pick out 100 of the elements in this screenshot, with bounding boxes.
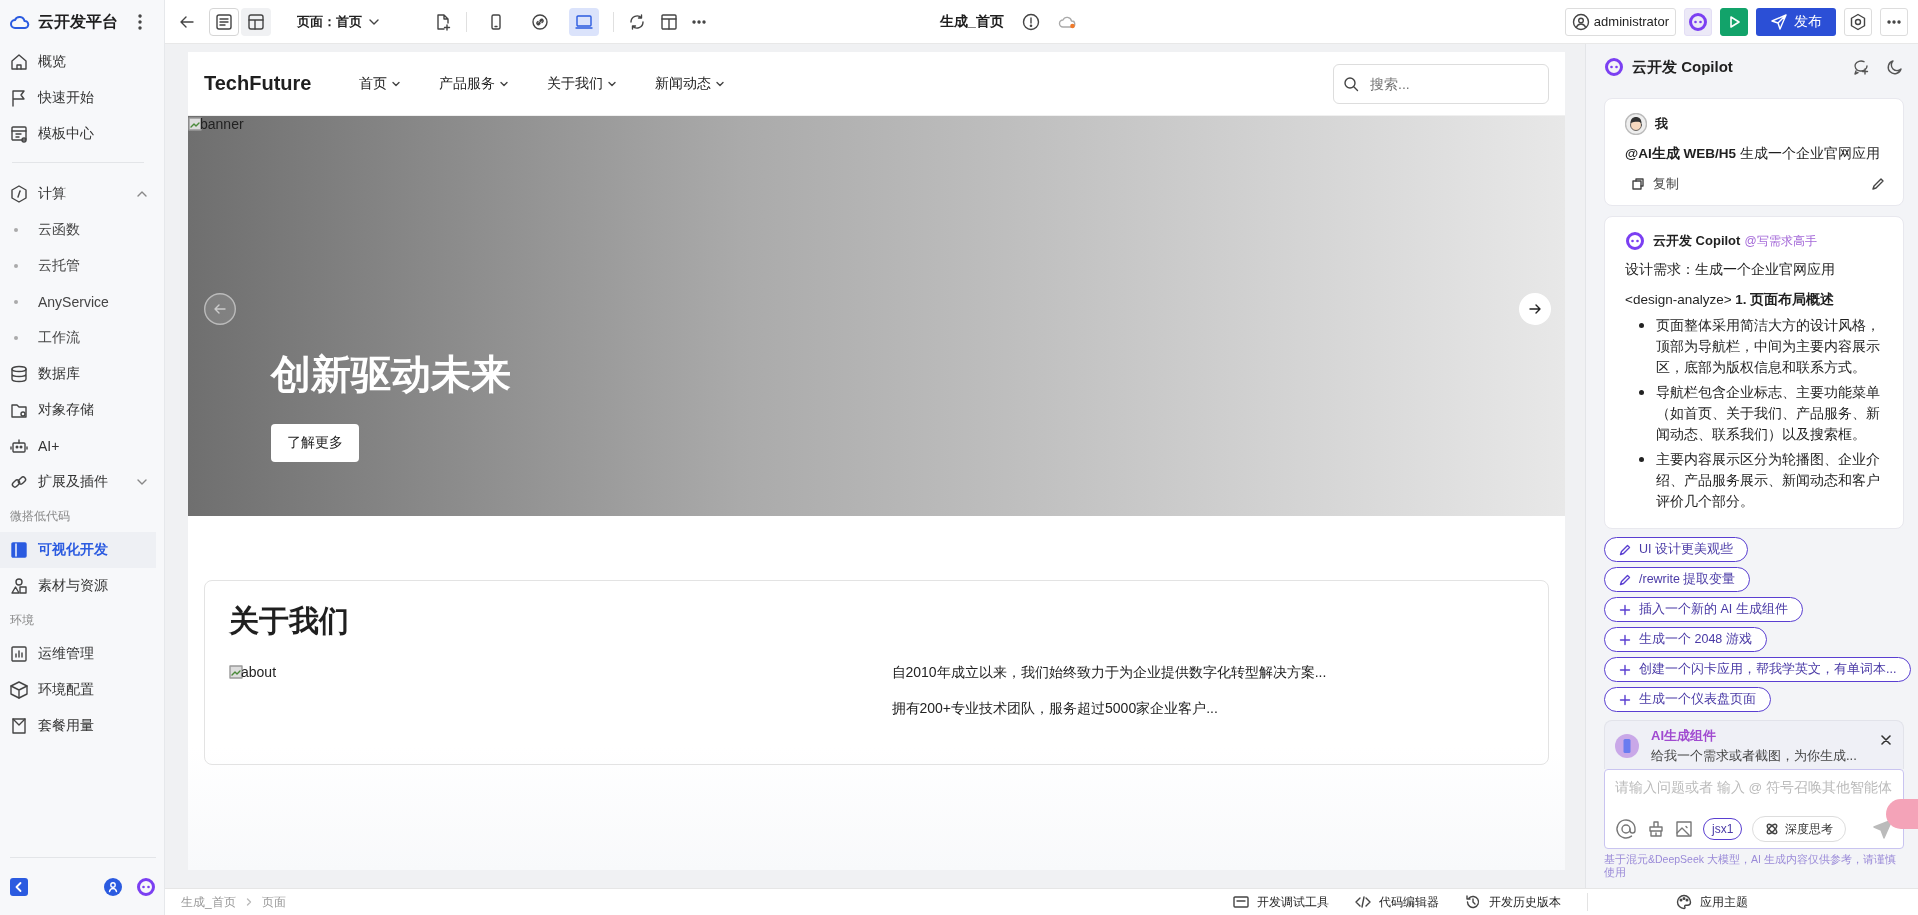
- arrow-right-icon[interactable]: [1519, 293, 1551, 325]
- dot-icon: [14, 336, 18, 340]
- platform-name: 云开发平台: [38, 11, 119, 32]
- copy-button[interactable]: 复制: [1625, 175, 1679, 193]
- sidebar-item[interactable]: 扩展及插件: [0, 464, 156, 500]
- sidebar-item[interactable]: 套餐用量: [0, 708, 156, 744]
- nav-link[interactable]: 产品服务: [439, 74, 510, 93]
- robot-icon: [10, 437, 28, 455]
- close-icon[interactable]: [1881, 735, 1891, 745]
- sidebar-item[interactable]: 环境配置: [0, 672, 156, 708]
- theme-button[interactable]: 应用主题: [1676, 893, 1748, 911]
- plus-icon: [1619, 663, 1631, 676]
- sidebar-item[interactable]: 对象存储: [0, 392, 156, 428]
- agent-tag: @写需求高手: [1744, 232, 1817, 250]
- assistant-icon[interactable]: [136, 876, 156, 897]
- plus-icon: [1619, 603, 1631, 616]
- at-icon[interactable]: [1615, 818, 1637, 840]
- sidebar-item[interactable]: 数据库: [0, 356, 156, 392]
- sidebar-item[interactable]: AI+: [0, 428, 156, 464]
- broken-image-icon: [188, 117, 202, 131]
- message-text: @AI生成 WEB/H5 生成一个企业官网应用: [1625, 145, 1881, 163]
- image-icon[interactable]: [1675, 820, 1693, 838]
- nav-link[interactable]: 关于我们: [547, 74, 618, 93]
- pencil-icon: [1619, 573, 1631, 586]
- sidebar-subitem[interactable]: AnyService: [0, 284, 156, 320]
- nav-link[interactable]: 首页: [359, 74, 402, 93]
- home-icon: [10, 53, 28, 71]
- suggestion-chip[interactable]: 生成一个仪表盘页面: [1604, 687, 1771, 712]
- sidebar-subitem[interactable]: 云托管: [0, 248, 156, 284]
- page-select[interactable]: 页面：首页: [297, 12, 380, 31]
- sidebar-item[interactable]: 快速开始: [0, 80, 156, 116]
- more-icon: [1887, 19, 1901, 24]
- assistant-icon: [1688, 11, 1708, 32]
- document-title: 生成_首页: [940, 12, 1004, 31]
- moon-icon[interactable]: [1886, 58, 1904, 76]
- refresh-icon[interactable]: [628, 12, 646, 31]
- frame-icon[interactable]: [660, 12, 678, 31]
- status-tool-button[interactable]: 代码编辑器: [1355, 893, 1439, 911]
- status-tool-button[interactable]: 开发调试工具: [1233, 893, 1329, 911]
- arrow-left-icon[interactable]: [204, 293, 236, 325]
- sidebar-subitem[interactable]: 工作流: [0, 320, 156, 356]
- plus-icon: [1619, 633, 1631, 646]
- paragraph: 拥有200+专业技术团队，服务超过5000家企业客户...: [891, 700, 1219, 718]
- bullet-icon: [1639, 323, 1644, 328]
- history-icon: [1465, 894, 1481, 910]
- run-button[interactable]: [1720, 7, 1748, 36]
- component-title: AI生成组件: [1651, 727, 1717, 745]
- section-heading: 环境: [9, 611, 35, 629]
- suggestion-chip[interactable]: 生成一个 2048 游戏: [1604, 627, 1767, 652]
- view-mode-button[interactable]: [209, 7, 239, 36]
- hexagon-icon: [10, 185, 28, 203]
- user-button[interactable]: administrator: [1564, 7, 1676, 36]
- sidebar-item[interactable]: 素材与资源: [0, 568, 156, 604]
- suggestion-chip[interactable]: UI 设计更美观些: [1604, 537, 1748, 562]
- suggestion-chip[interactable]: 创建一个闪卡应用，帮我学英文，有单词本...: [1604, 657, 1912, 682]
- sidebar-item[interactable]: 计算: [0, 176, 156, 212]
- message-author: 云开发 Copilot: [1653, 232, 1741, 250]
- user-icon[interactable]: [104, 877, 122, 896]
- copy-icon: [1631, 177, 1645, 191]
- copilot-button[interactable]: [1684, 7, 1712, 36]
- bullet-icon: [1639, 457, 1644, 462]
- nav-link[interactable]: 新闻动态: [655, 74, 726, 93]
- more-button[interactable]: [1880, 7, 1908, 36]
- circle-link-icon: [531, 12, 549, 31]
- send-icon: [1770, 12, 1788, 31]
- phone-gradient-icon: [1615, 734, 1639, 758]
- desktop-icon: [575, 12, 593, 31]
- info-icon[interactable]: [1021, 12, 1040, 31]
- new-page-icon[interactable]: [434, 12, 452, 31]
- section-title: 关于我们: [229, 603, 350, 639]
- component-description: 给我一个需求或者截图，为你生成...: [1651, 747, 1858, 765]
- chat-input[interactable]: 请输入问题或者 输入 @ 符号召唤其他智能体 jsx1 深度思考: [1604, 769, 1904, 849]
- status-tool-button[interactable]: 开发历史版本: [1465, 893, 1561, 911]
- settings-button[interactable]: [1844, 7, 1872, 36]
- bag-icon: [10, 717, 28, 735]
- collapse-button-icon[interactable]: [10, 877, 28, 896]
- brush-icon[interactable]: [1647, 820, 1665, 838]
- image-alt-text: about: [241, 664, 277, 680]
- chart-icon: [10, 645, 28, 663]
- plus-icon: [1619, 693, 1631, 706]
- list-item-text: 主要内容展示区分为轮播图、企业介绍、产品服务展示、新闻动态和客户评价几个部分。: [1656, 451, 1881, 511]
- view-mode-button[interactable]: [241, 7, 271, 36]
- message-text: <design-analyze> 1. 页面布局概述: [1625, 291, 1836, 309]
- learn-more-button[interactable]: 了解更多: [271, 423, 359, 462]
- sidebar-item[interactable]: 模板中心: [0, 116, 156, 152]
- new-chat-icon[interactable]: [1852, 58, 1870, 76]
- suggestion-chip[interactable]: /rewrite 提取变量: [1604, 567, 1751, 592]
- pencil-icon: [1619, 543, 1631, 556]
- search-field[interactable]: 搜索...: [1333, 63, 1549, 104]
- more-icon[interactable]: [692, 19, 706, 24]
- suggestion-chip[interactable]: 插入一个新的 AI 生成组件: [1604, 597, 1803, 622]
- sidebar-subitem[interactable]: 云函数: [0, 212, 156, 248]
- sidebar-item[interactable]: 运维管理: [0, 636, 156, 672]
- dot-icon: [14, 228, 18, 232]
- publish-button[interactable]: 发布: [1756, 7, 1836, 36]
- edit-icon[interactable]: [1871, 177, 1885, 191]
- sidebar-item[interactable]: 概览: [0, 44, 156, 80]
- site-logo: TechFuture: [204, 72, 312, 95]
- more-vertical-icon[interactable]: [138, 14, 142, 30]
- sidebar-item[interactable]: 可视化开发: [0, 532, 156, 568]
